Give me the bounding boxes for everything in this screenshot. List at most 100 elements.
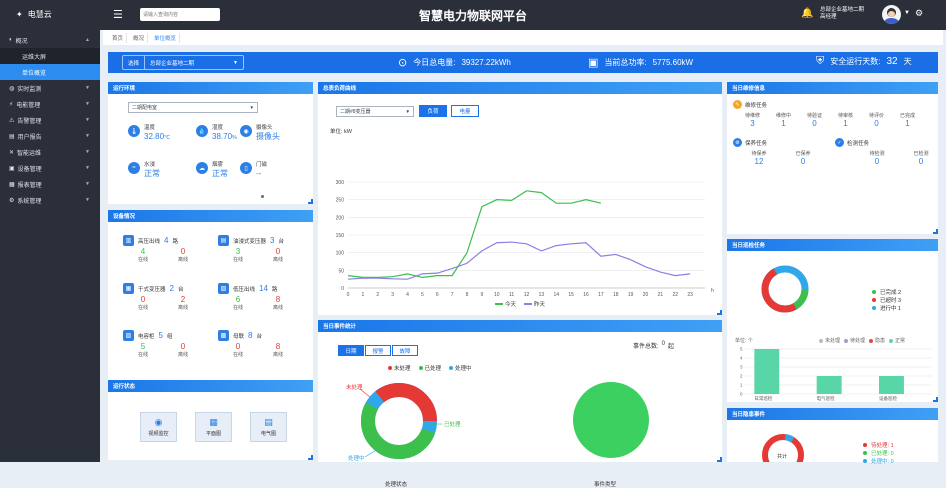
inspect-icon: ✓ bbox=[835, 138, 844, 147]
device-card-1[interactable]: ▤ 油浸式变压器 3 台 3 在线 0 离线 bbox=[218, 235, 308, 263]
hazard-center-label: 共计 bbox=[777, 453, 787, 460]
events-charts: 未处理 已处理 处理中 bbox=[346, 382, 649, 462]
legend-yesterday[interactable]: 昨天 bbox=[524, 300, 545, 308]
status-donut[interactable] bbox=[361, 383, 437, 459]
floor-plan-button[interactable]: ▦ 平面图 bbox=[195, 412, 232, 442]
search-input[interactable] bbox=[140, 8, 220, 21]
patrol-bar-legend-0[interactable]: 未处理 bbox=[819, 337, 840, 344]
sidebar-item-1[interactable]: 运维大屏 bbox=[0, 48, 100, 64]
device-card-0[interactable]: ▥ 高压出线 4 路 4 在线 0 离线 bbox=[123, 235, 213, 263]
electrical-diagram-button[interactable]: ▤ 电气图 bbox=[250, 412, 287, 442]
patrol-bar-1[interactable] bbox=[816, 376, 842, 394]
y-tick-label: 100 bbox=[336, 251, 345, 257]
breadcrumb-overview[interactable]: 概况 bbox=[130, 32, 149, 43]
carousel-dot[interactable] bbox=[261, 195, 264, 198]
hazard-legend-1[interactable]: 已处理: 0 bbox=[863, 450, 894, 458]
user-org: 总部企业基地二期 bbox=[820, 7, 865, 13]
sidebar-item-3[interactable]: ◍ 实时监测 ▼ bbox=[0, 80, 100, 96]
patrol-bar-legend-1[interactable]: 待处理 bbox=[844, 337, 865, 344]
env-item-5[interactable]: ▯ 门磁 -- bbox=[240, 162, 267, 180]
x-tick-label: 6 bbox=[436, 292, 439, 298]
chevron-down-icon: ▼ bbox=[85, 85, 90, 91]
patrol-bar-2[interactable] bbox=[879, 376, 904, 394]
patrol-ytick: 3 bbox=[740, 365, 743, 370]
patrol-donut[interactable] bbox=[761, 265, 809, 313]
breadcrumb-unit[interactable]: 单位概览 bbox=[151, 32, 181, 43]
today-power-stat: ⊙ 今日总电量: 39327.22kWh bbox=[398, 56, 511, 69]
env-item-0[interactable]: 🌡 温度 32.80℃ bbox=[128, 125, 170, 143]
gear-icon[interactable]: ⚙ bbox=[915, 8, 923, 19]
env-icon: ◉ bbox=[240, 125, 252, 137]
hazard-legend-2[interactable]: 处理中: 0 bbox=[863, 458, 894, 466]
avatar[interactable] bbox=[882, 5, 901, 24]
site-select[interactable]: 选择 总部企业基地二期 ▼ bbox=[122, 55, 244, 70]
main-content: 首页 概况 单位概览 选择 总部企业基地二期 ▼ ⊙ 今日总电量: 39327.… bbox=[103, 30, 943, 488]
x-tick-label: 22 bbox=[672, 292, 678, 298]
site-select-label: 选择 bbox=[123, 56, 146, 69]
floor-plan-icon: ▦ bbox=[209, 417, 218, 427]
load-chart-legend: 今天 昨天 bbox=[495, 300, 545, 308]
sidebar-item-label: 实时监测 bbox=[17, 86, 42, 93]
patrol-bar-0[interactable] bbox=[754, 349, 780, 394]
series-line-0[interactable] bbox=[347, 190, 602, 279]
app-logo[interactable]: ✦ 电慧云 bbox=[16, 9, 52, 20]
x-tick-label: 9 bbox=[480, 292, 483, 298]
env-item-2[interactable]: ◉ 摄像头 摄像头 bbox=[240, 125, 280, 143]
patrol-legend-0[interactable]: 已完成 2 bbox=[872, 289, 901, 297]
task-stat-4[interactable]: 待评价 0 bbox=[861, 112, 892, 128]
sidebar-item-9[interactable]: ▦ 报表管理 ▼ bbox=[0, 176, 100, 192]
video-monitor-button[interactable]: ◉ 视频监控 bbox=[140, 412, 177, 442]
legend-today[interactable]: 今天 bbox=[495, 300, 516, 308]
device-card-4[interactable]: ▨ 电容柜 5 组 5 在线 0 离线 bbox=[123, 330, 213, 358]
safe-days-label: 安全运行天数: bbox=[830, 57, 881, 66]
sidebar-item-label: 单位概览 bbox=[22, 70, 47, 77]
breadcrumb-home[interactable]: 首页 bbox=[109, 32, 128, 43]
device-icon: ▣ bbox=[9, 165, 15, 172]
chevron-down-icon: ▼ bbox=[85, 101, 90, 107]
sidebar-item-5[interactable]: ⚠ 告警管理 ▼ bbox=[0, 112, 100, 128]
user-info[interactable]: 总部企业基地二期 高经理 bbox=[820, 7, 864, 21]
device-card-5[interactable]: ▩ 母联 8 台 0 在线 8 离线 bbox=[218, 330, 308, 358]
sidebar-item-2[interactable]: 单位概览 bbox=[0, 64, 100, 80]
patrol-bar-legend-2[interactable]: 隐患 bbox=[869, 337, 885, 344]
sidebar-item-6[interactable]: ▤ 用户报告 ▼ bbox=[0, 128, 100, 144]
task-stat-0[interactable]: 待保养 12 bbox=[737, 150, 781, 166]
menu-toggle-icon[interactable]: ☰ bbox=[113, 8, 123, 21]
patrol-ytick: 0 bbox=[740, 392, 743, 397]
task-stat-1[interactable]: 已检测 0 bbox=[899, 150, 943, 166]
patrol-legend-2[interactable]: 进行中 1 bbox=[872, 305, 901, 313]
chevron-down-icon: ▼ bbox=[85, 117, 90, 123]
sidebar-item-10[interactable]: ⚙ 系统管理 ▼ bbox=[0, 192, 100, 208]
patrol-legend: 已完成 2 已超时 3 进行中 1 bbox=[872, 289, 901, 313]
env-icon: ▯ bbox=[240, 162, 252, 174]
patrol-legend-1[interactable]: 已超时 3 bbox=[872, 297, 901, 305]
chevron-down-icon[interactable]: ▼ bbox=[904, 10, 910, 16]
room-select[interactable]: 二期配电室 ▼ bbox=[128, 102, 258, 113]
today-power-value: 39327.22kWh bbox=[461, 58, 511, 67]
sidebar-item-7[interactable]: ✕ 智能运维 ▼ bbox=[0, 144, 100, 160]
sidebar-item-4[interactable]: ⚡ 电能管理 ▼ bbox=[0, 96, 100, 112]
bell-icon[interactable]: 🔔 bbox=[801, 8, 813, 19]
task-stat-3[interactable]: 待审核 1 bbox=[830, 112, 861, 128]
hazard-legend-0[interactable]: 待处理: 1 bbox=[863, 442, 894, 450]
patrol-charts: 0 1 2 3 4 5 日常巡检 电气巡检 设备巡检 bbox=[740, 265, 932, 402]
event-type-pie[interactable] bbox=[573, 382, 649, 458]
patrol-bar-legend-3[interactable]: 正常 bbox=[889, 337, 905, 344]
sidebar-item-8[interactable]: ▣ 设备管理 ▼ bbox=[0, 160, 100, 176]
task-stat-5[interactable]: 已完成 1 bbox=[892, 112, 923, 128]
donut-label-processing: 处理中 bbox=[348, 454, 365, 462]
device-card-3[interactable]: ▧ 低压出线 14 路 6 在线 8 离线 bbox=[218, 283, 308, 311]
task-stat-0[interactable]: 待检测 0 bbox=[855, 150, 899, 166]
task-stat-1[interactable]: 已保养 0 bbox=[781, 150, 825, 166]
task-stat-2[interactable]: 待验证 0 bbox=[799, 112, 830, 128]
sidebar-item-0[interactable]: ◐ 概况 ▲ bbox=[0, 32, 100, 48]
device-card-2[interactable]: ▦ 干式变压器 2 台 0 在线 2 离线 bbox=[123, 283, 213, 311]
env-item-3[interactable]: ≈ 水浸 正常 bbox=[128, 162, 160, 180]
task-stat-1[interactable]: 维修中 1 bbox=[768, 112, 799, 128]
series-line-1[interactable] bbox=[347, 241, 691, 280]
device-icon: ▩ bbox=[218, 330, 229, 341]
env-item-1[interactable]: 💧 湿度 38.70% bbox=[196, 125, 237, 143]
task-stat-0[interactable]: 待维修 3 bbox=[737, 112, 768, 128]
device-panel: 设备情况 ▥ 高压出线 4 路 4 在线 0 离线 ▤ 油浸式变压器 3 台 3 在线 0 离线 ▦ 干式变压器 2… bbox=[108, 210, 313, 403]
env-item-4[interactable]: ☁ 烟雾 正常 bbox=[196, 162, 228, 180]
